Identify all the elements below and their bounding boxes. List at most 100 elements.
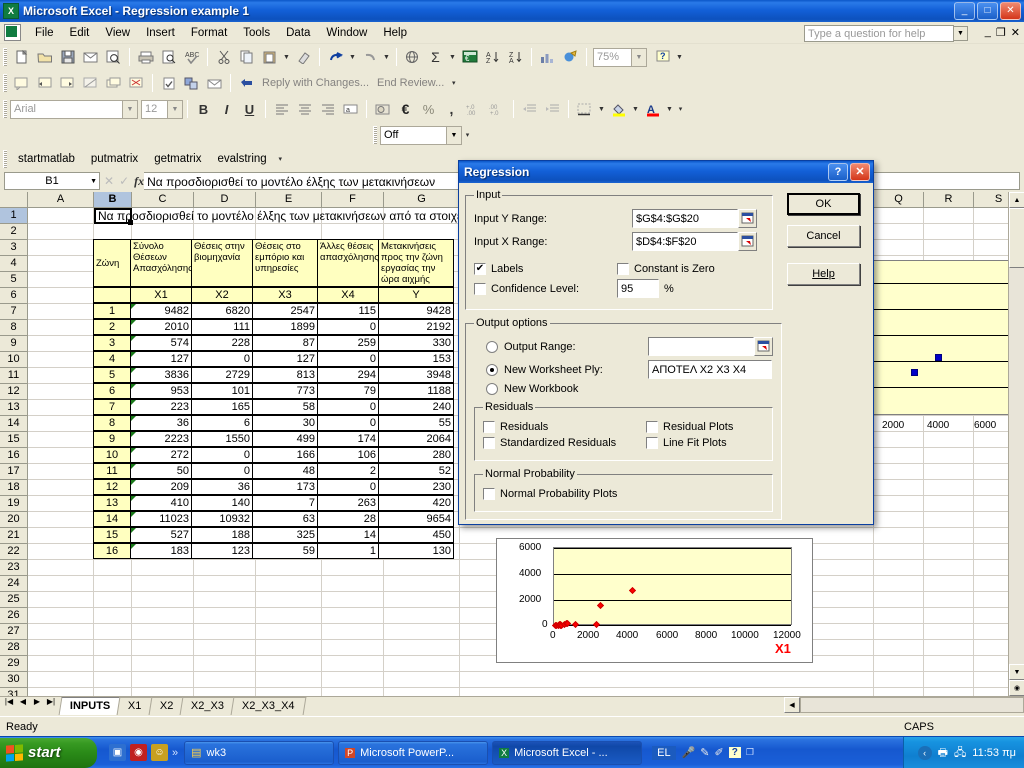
cell-x1[interactable]: 223 <box>130 399 192 415</box>
underline-button[interactable]: U <box>238 98 261 120</box>
grid-cell[interactable] <box>874 688 924 696</box>
scrollbar-thumb[interactable] <box>1009 208 1024 268</box>
row-header-22[interactable]: 22 <box>0 544 28 560</box>
table-row[interactable]: 3 574 228 87 259 330 <box>93 335 454 351</box>
cancel-formula-icon[interactable]: ✕ <box>104 174 114 188</box>
row-header-3[interactable]: 3 <box>0 240 28 256</box>
output-range-field[interactable] <box>648 337 754 356</box>
grid-cell[interactable] <box>384 576 460 592</box>
email-icon[interactable] <box>79 46 102 68</box>
cell-x2[interactable]: 6 <box>191 415 253 431</box>
grid-cell[interactable] <box>874 208 924 224</box>
autosum-icon[interactable]: Σ <box>424 46 447 68</box>
table-row[interactable]: 13 410 140 7 263 420 <box>93 495 454 511</box>
cell-y[interactable]: 230 <box>378 479 454 495</box>
align-right-icon[interactable] <box>316 98 339 120</box>
row-header-19[interactable]: 19 <box>0 496 28 512</box>
messenger-icon[interactable]: ☺ <box>151 744 168 761</box>
new-workbook-radio[interactable] <box>486 383 498 395</box>
borders-icon[interactable] <box>573 98 596 120</box>
cell-y[interactable]: 2192 <box>378 319 454 335</box>
cell-zone[interactable]: 11 <box>93 463 131 479</box>
confidence-level-label[interactable]: Confidence Level: <box>491 283 617 295</box>
grid-cell[interactable] <box>384 640 460 656</box>
cell-x2[interactable]: 10932 <box>191 511 253 527</box>
grid-cell[interactable] <box>132 608 194 624</box>
grid-cell[interactable] <box>322 576 384 592</box>
table-row[interactable]: 12 209 36 173 0 230 <box>93 479 454 495</box>
cell-x2[interactable]: 6820 <box>191 303 253 319</box>
menu-edit[interactable]: Edit <box>62 24 98 42</box>
table-row[interactable]: 6 953 101 773 79 1188 <box>93 383 454 399</box>
column-header-f[interactable]: F <box>322 192 384 208</box>
grid-cell[interactable] <box>322 656 384 672</box>
column-header-g[interactable]: G <box>384 192 460 208</box>
cell-x4[interactable]: 0 <box>317 319 379 335</box>
cell-y[interactable]: 9428 <box>378 303 454 319</box>
cell-x3[interactable]: 63 <box>252 511 318 527</box>
line-fit-plots-checkbox[interactable] <box>646 437 658 449</box>
normal-probability-plots-label[interactable]: Normal Probability Plots <box>500 488 617 500</box>
cell-x4[interactable]: 1 <box>317 543 379 559</box>
reply-with-changes-label[interactable]: Reply with Changes... <box>258 77 373 89</box>
cell-y[interactable]: 130 <box>378 543 454 559</box>
grid-cell[interactable] <box>132 656 194 672</box>
cancel-button[interactable]: Cancel <box>787 225 860 247</box>
grid-cell[interactable] <box>924 656 974 672</box>
macro-startmatlab-button[interactable]: startmatlab <box>10 153 83 165</box>
grid-cell[interactable] <box>322 224 384 240</box>
euro-style-button[interactable]: € <box>394 98 417 120</box>
align-center-icon[interactable] <box>293 98 316 120</box>
cell-y[interactable]: 330 <box>378 335 454 351</box>
grid-cell[interactable] <box>924 544 974 560</box>
decrease-indent-icon[interactable] <box>518 98 541 120</box>
grid-cell[interactable] <box>94 560 132 576</box>
insert-hyperlink-icon[interactable] <box>401 46 424 68</box>
cell-x1[interactable]: 410 <box>130 495 192 511</box>
grid-cell[interactable] <box>256 656 322 672</box>
grid-cell[interactable] <box>874 544 924 560</box>
mdi-close-button[interactable]: ✕ <box>1011 26 1020 39</box>
grid-cell[interactable] <box>924 480 974 496</box>
grid-cell[interactable] <box>28 256 94 272</box>
row-header-16[interactable]: 16 <box>0 448 28 464</box>
grid-cell[interactable] <box>28 656 94 672</box>
cell-y[interactable]: 153 <box>378 351 454 367</box>
cell-zone[interactable]: 13 <box>93 495 131 511</box>
grid-cell[interactable] <box>28 208 94 224</box>
grid-cell[interactable] <box>194 640 256 656</box>
menu-window[interactable]: Window <box>318 24 375 42</box>
redo-icon[interactable] <box>358 46 381 68</box>
cell-zone[interactable]: 6 <box>93 383 131 399</box>
media-player-icon[interactable]: ◉ <box>130 744 147 761</box>
cell-x3[interactable]: 30 <box>252 415 318 431</box>
cell-x3[interactable]: 773 <box>252 383 318 399</box>
grid-cell[interactable] <box>384 224 460 240</box>
minimize-button[interactable]: _ <box>954 2 975 20</box>
grid-cell[interactable] <box>194 688 256 696</box>
grid-cell[interactable] <box>256 624 322 640</box>
spelling-icon[interactable]: ABC <box>180 46 203 68</box>
grid-cell[interactable] <box>194 672 256 688</box>
grid-cell[interactable] <box>194 576 256 592</box>
confidence-level-checkbox[interactable] <box>474 282 486 295</box>
input-y-range-field[interactable]: $G$4:$G$20 <box>632 209 738 228</box>
grid-cell[interactable] <box>132 688 194 696</box>
menu-format[interactable]: Format <box>183 24 235 42</box>
cell-x1[interactable]: 3836 <box>130 367 192 383</box>
cell-x3[interactable]: 127 <box>252 351 318 367</box>
table-row[interactable]: 14 11023 10932 63 28 9654 <box>93 511 454 527</box>
grid-cell[interactable] <box>256 688 322 696</box>
table-row[interactable]: 9 2223 1550 499 174 2064 <box>93 431 454 447</box>
sort-descending-icon[interactable]: ZA <box>504 46 527 68</box>
row-header-25[interactable]: 25 <box>0 592 28 608</box>
cell-x1[interactable]: 36 <box>130 415 192 431</box>
cell-x2[interactable]: 140 <box>191 495 253 511</box>
grid-cell[interactable] <box>94 592 132 608</box>
reply-with-changes-icon[interactable] <box>235 72 258 94</box>
speech-tools-icon[interactable]: ✐ <box>715 746 724 759</box>
last-sheet-button[interactable]: ▶| <box>45 697 57 706</box>
chevron-down-icon[interactable]: ▼ <box>167 100 182 118</box>
delete-comment-icon[interactable] <box>125 72 148 94</box>
normal-probability-plots-checkbox[interactable] <box>483 488 495 500</box>
